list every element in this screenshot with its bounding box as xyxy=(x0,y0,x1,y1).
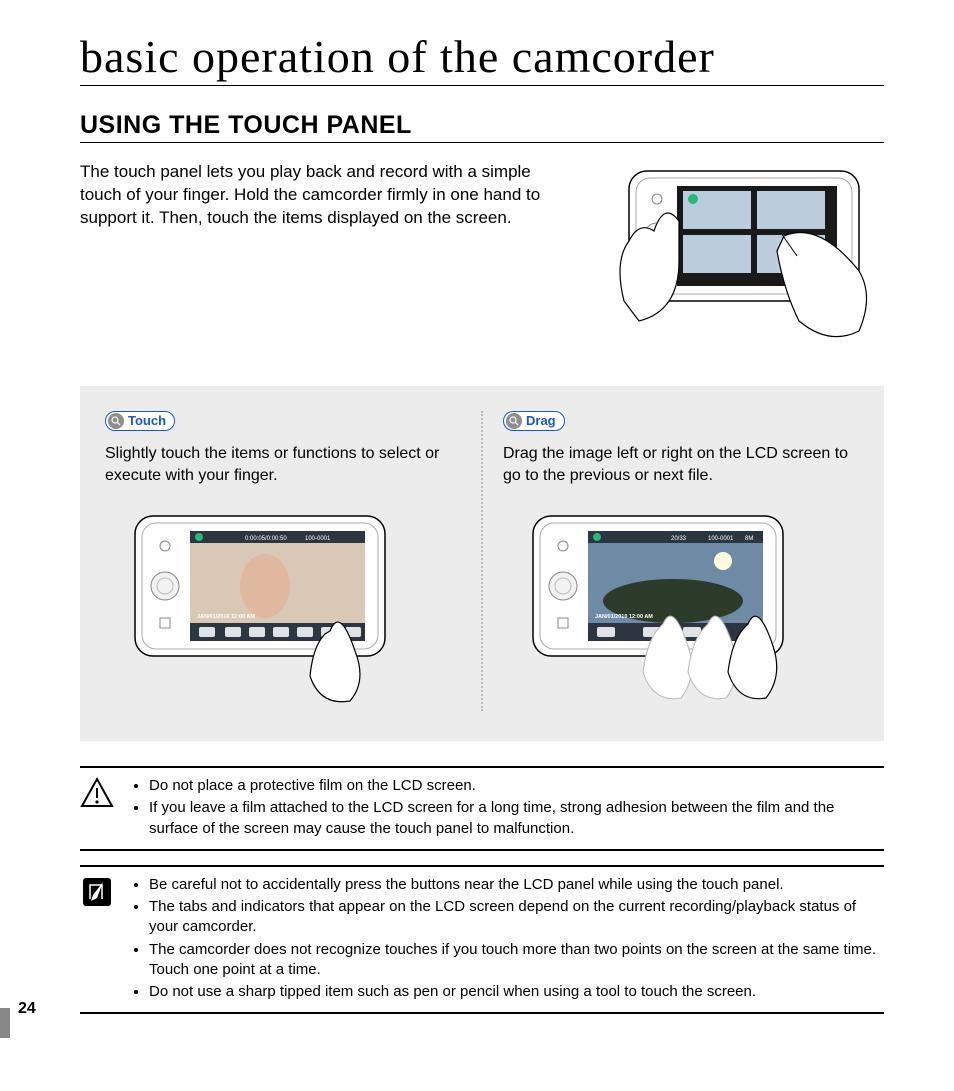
list-item: Do not place a protective film on the LC… xyxy=(149,776,884,796)
warning-callout: Do not place a protective film on the LC… xyxy=(80,766,884,851)
chapter-title: basic operation of the camcorder xyxy=(80,30,884,86)
drag-illustration: 20/33 100-0001 8M JAN/01/2010 12:00 AM xyxy=(503,501,823,711)
info-callout: Be careful not to accidentally press the… xyxy=(80,865,884,1015)
list-item: The tabs and indicators that appear on t… xyxy=(149,897,884,938)
timecode-text: 0:00:05/0:00:50 xyxy=(245,536,287,542)
drag-label: Drag xyxy=(526,412,556,430)
column-divider xyxy=(481,411,483,711)
touch-label: Touch xyxy=(128,412,166,430)
list-item: The camcorder does not recognize touches… xyxy=(149,940,884,981)
timestamp-text: JAN/01/2010 12:00 AM xyxy=(197,614,255,620)
touch-tag: Touch xyxy=(105,411,175,431)
warning-list: Do not place a protective film on the LC… xyxy=(129,776,884,841)
drag-tag: Drag xyxy=(503,411,565,431)
touch-column: Touch Slightly touch the items or functi… xyxy=(105,411,461,711)
page-number: 24 xyxy=(18,1000,36,1018)
timestamp-text2: JAN/01/2010 12:00 AM xyxy=(595,614,653,620)
list-item: If you leave a film attached to the LCD … xyxy=(149,798,884,839)
main-illustration: 1/10 xyxy=(604,161,884,351)
touch-description: Slightly touch the items or functions to… xyxy=(105,443,461,486)
side-tab xyxy=(0,1008,10,1038)
magnifier-icon xyxy=(506,413,522,429)
intro-paragraph: The touch panel lets you play back and r… xyxy=(80,161,574,230)
warning-icon xyxy=(80,776,114,810)
info-list: Be careful not to accidentally press the… xyxy=(129,875,884,1005)
clip-id-text: 100-0001 xyxy=(305,536,331,542)
list-item: Be careful not to accidentally press the… xyxy=(149,875,884,895)
clip-id-text2: 100-0001 xyxy=(708,536,734,542)
drag-column: Drag Drag the image left or right on the… xyxy=(503,411,859,711)
gesture-panel: Touch Slightly touch the items or functi… xyxy=(80,386,884,741)
counter-text: 20/33 xyxy=(671,536,687,542)
res-text: 8M xyxy=(745,536,753,542)
section-title: USING THE TOUCH PANEL xyxy=(80,111,884,143)
touch-illustration: 0:00:05/0:00:50 100-0001 JAN/01/2010 12:… xyxy=(105,501,425,711)
note-icon xyxy=(80,875,114,909)
drag-description: Drag the image left or right on the LCD … xyxy=(503,443,859,486)
magnifier-icon xyxy=(108,413,124,429)
list-item: Do not use a sharp tipped item such as p… xyxy=(149,982,884,1002)
